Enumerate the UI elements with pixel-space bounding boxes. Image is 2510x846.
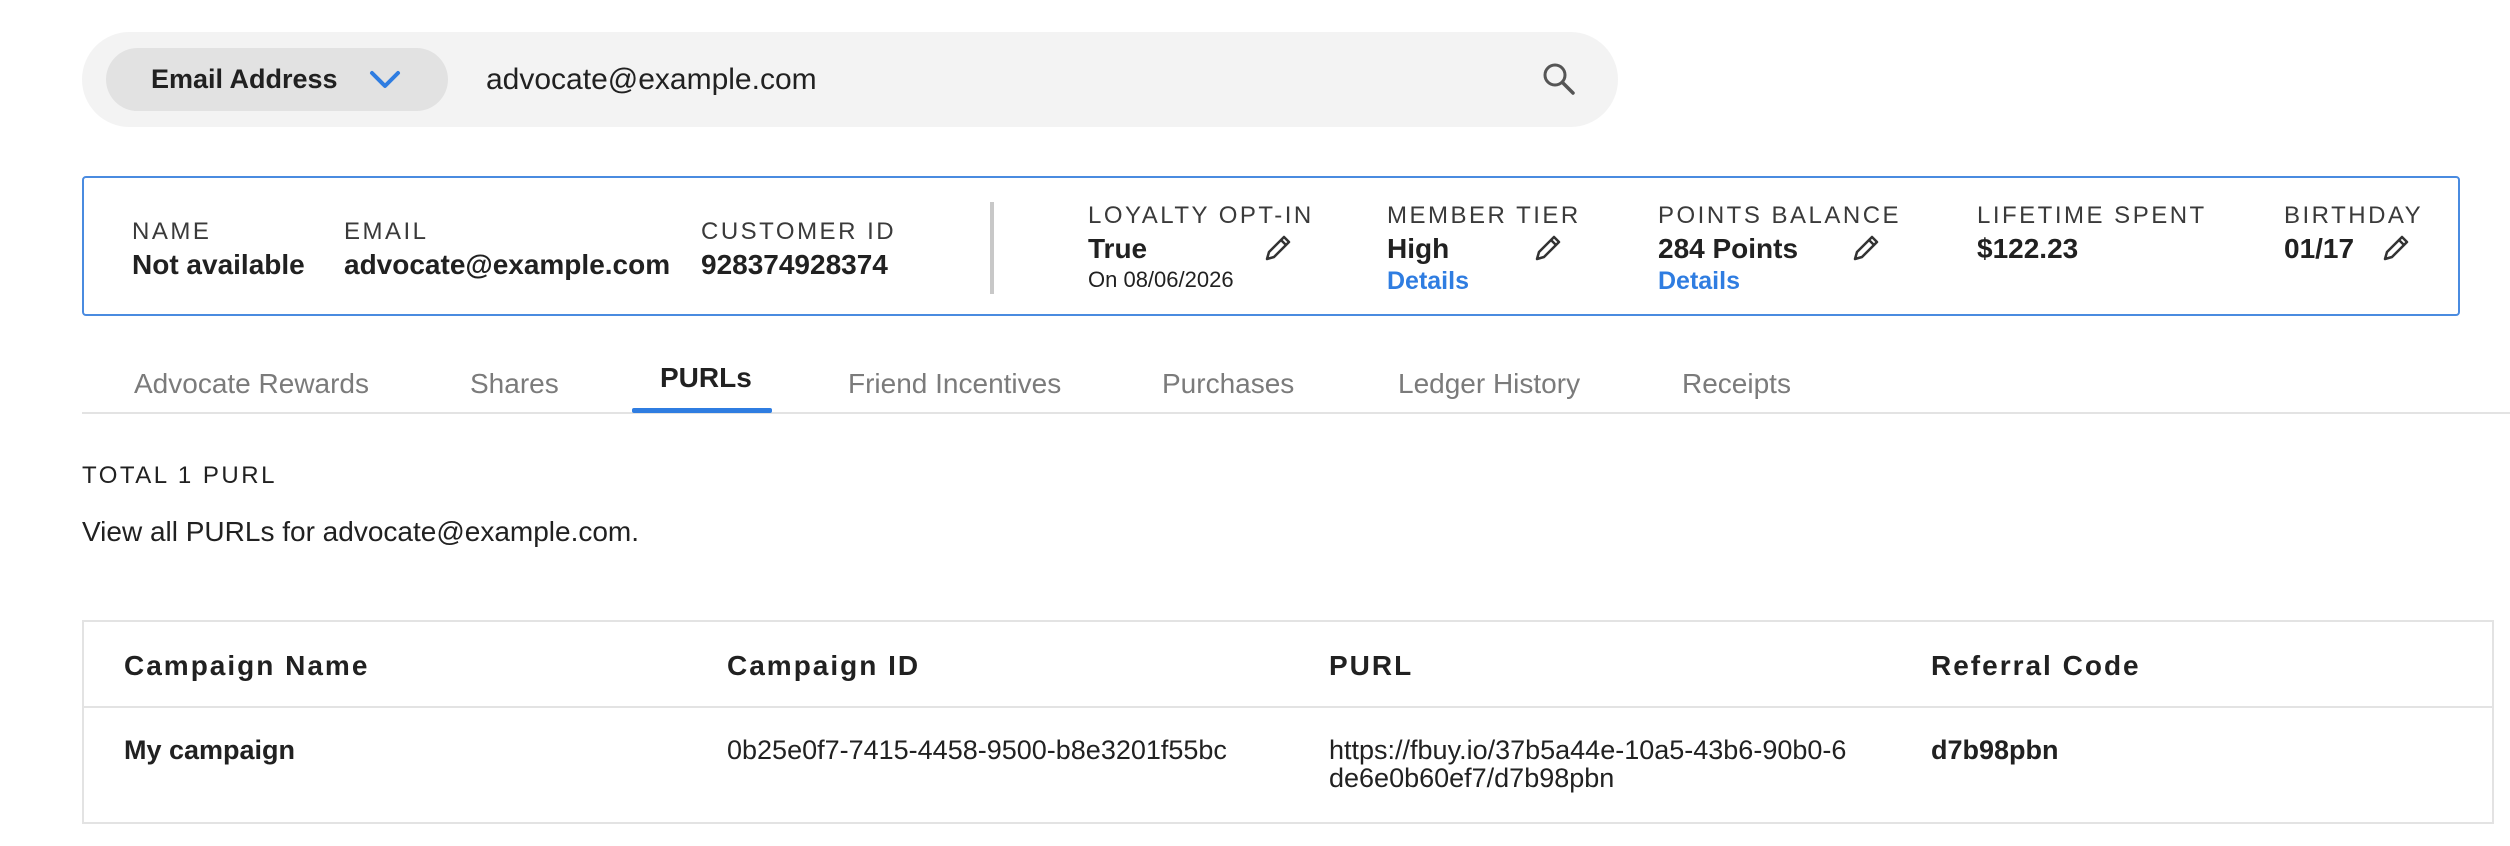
customer-info-card: NAME Not available EMAIL advocate@exampl… <box>82 176 2460 316</box>
cell-campaign-name: My campaign <box>124 735 296 765</box>
customer-name: NAME Not available <box>132 218 305 282</box>
chevron-down-icon <box>370 71 400 88</box>
header-purl: PURL <box>1329 650 1414 681</box>
cell-referral-code: d7b98pbn <box>1931 735 2059 765</box>
loyalty-label: LOYALTY OPT-IN <box>1088 202 1314 229</box>
loyalty-date: On 08/06/2026 <box>1088 267 1234 292</box>
tab-receipts[interactable]: Receipts <box>1682 368 1791 400</box>
edit-tier-pencil-icon[interactable] <box>1532 232 1564 264</box>
tier-details-link[interactable]: Details <box>1387 266 1581 296</box>
points-label: POINTS BALANCE <box>1658 202 1902 229</box>
table-header: Campaign Name Campaign ID PURL Referral … <box>84 622 2492 708</box>
total-purls-count: TOTAL 1 PURL <box>82 462 277 489</box>
header-referral-code: Referral Code <box>1931 650 2141 681</box>
header-campaign-name: Campaign Name <box>124 650 370 681</box>
search-type-dropdown[interactable]: Email Address <box>106 48 448 111</box>
customer-id: CUSTOMER ID 928374928374 <box>701 218 896 282</box>
customer-email: EMAIL advocate@example.com <box>344 218 670 282</box>
tab-advocate-rewards[interactable]: Advocate Rewards <box>134 368 369 400</box>
points-details-link[interactable]: Details <box>1658 266 1901 296</box>
customer-id-label: CUSTOMER ID <box>701 218 897 245</box>
customer-email-value: advocate@example.com <box>344 249 671 280</box>
edit-loyalty-pencil-icon[interactable] <box>1262 232 1294 264</box>
customer-name-label: NAME <box>132 218 212 245</box>
search-bar: Email Address <box>82 32 1618 127</box>
active-tab-indicator <box>632 408 772 413</box>
header-campaign-id: Campaign ID <box>727 650 921 681</box>
purls-table: Campaign Name Campaign ID PURL Referral … <box>82 620 2494 824</box>
search-icon[interactable] <box>1542 62 1576 96</box>
tab-friend-incentives[interactable]: Friend Incentives <box>848 368 1061 400</box>
tab-bar: Advocate Rewards Shares PURLs Friend Inc… <box>82 352 2510 414</box>
cell-campaign-id: 0b25e0f7-7415-4458-9500-b8e3201f55bc <box>727 735 1227 765</box>
lifetime-label: LIFETIME SPENT <box>1977 202 2207 229</box>
edit-birthday-pencil-icon[interactable] <box>2380 232 2412 264</box>
tab-purls[interactable]: PURLs <box>660 362 752 394</box>
info-divider <box>990 202 994 294</box>
tier-label: MEMBER TIER <box>1387 202 1581 229</box>
tab-purchases[interactable]: Purchases <box>1162 368 1294 400</box>
customer-email-label: EMAIL <box>344 218 429 245</box>
cell-purl[interactable]: https://fbuy.io/37b5a44e-10a5-43b6-90b0-… <box>1329 736 1849 792</box>
search-input[interactable] <box>486 50 1486 110</box>
customer-name-value: Not available <box>132 249 305 280</box>
lifetime-value: $122.23 <box>1977 233 2079 264</box>
tab-ledger-history[interactable]: Ledger History <box>1398 368 1580 400</box>
edit-points-pencil-icon[interactable] <box>1850 232 1882 264</box>
birthday-label: BIRTHDAY <box>2284 202 2424 229</box>
lifetime-spent: LIFETIME SPENT $122.23 <box>1977 202 2207 266</box>
tab-shares[interactable]: Shares <box>470 368 559 400</box>
customer-id-value: 928374928374 <box>701 249 888 280</box>
purls-description: View all PURLs for advocate@example.com. <box>82 516 640 547</box>
search-type-label: Email Address <box>151 64 338 94</box>
